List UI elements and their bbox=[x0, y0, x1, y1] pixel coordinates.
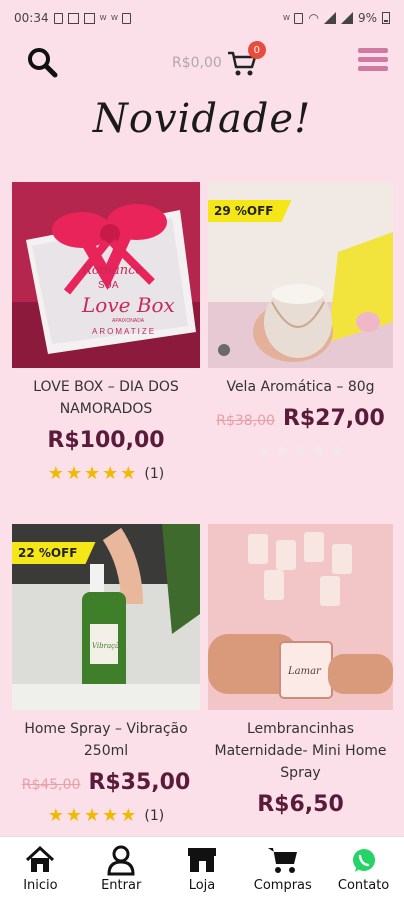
signal-icon bbox=[323, 12, 336, 24]
status-time: 00:34 bbox=[14, 11, 49, 25]
product-image[interactable]: 29 %OFF bbox=[208, 182, 393, 368]
gallery-icon bbox=[83, 12, 95, 24]
star-icon: ★ bbox=[256, 441, 273, 462]
user-icon bbox=[107, 845, 135, 876]
product-card[interactable]: Vibração 22 %OFF Home Spray – Vibração 2… bbox=[12, 524, 200, 825]
star-icon: ★ bbox=[84, 805, 101, 826]
product-price: R$6,50 bbox=[257, 792, 344, 817]
nav-store[interactable]: Loja bbox=[162, 844, 242, 893]
product-card[interactable]: Romance SUA Love Box APAIXONADA AROMATIZ… bbox=[12, 182, 200, 483]
mini-spray-label: Lamar bbox=[287, 666, 322, 677]
product-image[interactable]: Lamar bbox=[208, 524, 393, 710]
cart-button[interactable]: 0 bbox=[226, 41, 266, 79]
star-icon: ★ bbox=[47, 463, 64, 484]
old-price: R$38,00 bbox=[216, 413, 275, 429]
product-image[interactable]: Vibração 22 %OFF bbox=[12, 524, 200, 710]
nav-label: Contato bbox=[337, 878, 390, 893]
rating-count: (1) bbox=[144, 808, 165, 824]
rating: ★ ★ ★ ★ ★ (1) bbox=[12, 807, 200, 825]
menu-button[interactable] bbox=[358, 48, 388, 74]
star-icon: ★ bbox=[120, 463, 137, 484]
product-price: R$35,00 bbox=[88, 770, 191, 795]
star-icon: ★ bbox=[65, 805, 82, 826]
product-card[interactable]: 29 %OFF Vela Aromática – 80g R$38,00 R$2… bbox=[208, 182, 393, 461]
image-text-line3: Love Box bbox=[81, 293, 175, 317]
star-icon: ★ bbox=[47, 805, 64, 826]
search-icon bbox=[28, 48, 58, 78]
nav-contact[interactable]: Contato bbox=[324, 844, 404, 893]
product-image[interactable]: Romance SUA Love Box APAIXONADA AROMATIZ… bbox=[12, 182, 200, 368]
love-box-image: Romance SUA Love Box APAIXONADA AROMATIZ… bbox=[12, 182, 200, 368]
store-icon bbox=[187, 848, 216, 872]
alert-icon: W bbox=[99, 14, 107, 22]
search-button[interactable] bbox=[26, 46, 58, 78]
wifi-icon: ◠ bbox=[308, 11, 319, 25]
product-name[interactable]: Home Spray – Vibração 250ml bbox=[12, 718, 200, 762]
notification-icon bbox=[67, 12, 79, 24]
image-text-line5: AROMATIZE bbox=[92, 327, 156, 336]
price-row: R$45,00 R$35,00 bbox=[12, 770, 200, 795]
product-card[interactable]: Lamar Lembrancinhas Maternidade- Mini Ho… bbox=[208, 524, 393, 817]
star-icon: ★ bbox=[65, 463, 82, 484]
old-price: R$45,00 bbox=[21, 777, 81, 793]
nav-login[interactable]: Entrar bbox=[81, 844, 161, 893]
battery-percent: 9% bbox=[357, 11, 377, 25]
star-icon: ★ bbox=[292, 441, 309, 462]
product-name[interactable]: LOVE BOX – DIA DOS NAMORADOS bbox=[12, 376, 200, 420]
star-icon: ★ bbox=[102, 805, 119, 826]
price-row: R$38,00 R$27,00 bbox=[208, 406, 393, 431]
rating: ★ ★ ★ ★ ★ (1) bbox=[12, 465, 200, 483]
battery-icon bbox=[382, 12, 390, 24]
nav-purchases[interactable]: Compras bbox=[243, 844, 323, 893]
product-name[interactable]: Vela Aromática – 80g bbox=[208, 376, 393, 398]
nav-label: Compras bbox=[253, 878, 312, 893]
mute-icon: W bbox=[283, 14, 290, 22]
product-price: R$100,00 bbox=[47, 428, 165, 453]
cart-icon bbox=[267, 848, 297, 873]
menu-icon bbox=[358, 48, 388, 53]
star-icon: ★ bbox=[102, 463, 119, 484]
cart-total: R$0,00 bbox=[172, 55, 222, 71]
star-icon: ★ bbox=[310, 441, 327, 462]
mini-spray-image: Lamar bbox=[208, 524, 393, 710]
page-title: Novidade! bbox=[92, 96, 312, 142]
nav-label: Loja bbox=[188, 878, 216, 893]
spray-label: Vibração bbox=[92, 642, 123, 650]
nav-label: Inicio bbox=[23, 878, 58, 893]
nav-home[interactable]: Inicio bbox=[0, 844, 80, 893]
alarm-icon bbox=[294, 12, 304, 24]
whatsapp-icon bbox=[352, 849, 375, 872]
signal-icon bbox=[340, 12, 353, 24]
rating: ★ ★ ★ ★ ★ bbox=[208, 443, 393, 461]
cart-count-badge: 0 bbox=[247, 41, 266, 59]
discount-badge: 29 %OFF bbox=[208, 200, 292, 222]
star-icon: ★ bbox=[120, 805, 137, 826]
star-icon: ★ bbox=[328, 441, 345, 462]
image-text-line2: SUA bbox=[98, 280, 119, 291]
star-icon: ★ bbox=[84, 463, 101, 484]
price-row: R$6,50 bbox=[208, 792, 393, 817]
image-text-line4: APAIXONADA bbox=[112, 318, 145, 324]
price-row: R$100,00 bbox=[12, 428, 200, 453]
image-text-line1: Romance bbox=[81, 263, 143, 278]
discount-badge: 22 %OFF bbox=[12, 542, 96, 564]
rating-count: (1) bbox=[144, 466, 165, 482]
sim-icon bbox=[122, 12, 132, 24]
bottom-navigation: Inicio Entrar Loja Compras Contato bbox=[0, 836, 404, 900]
alert-icon: W bbox=[111, 14, 118, 22]
star-icon: ★ bbox=[274, 441, 291, 462]
sim-icon bbox=[53, 12, 63, 24]
home-icon bbox=[26, 845, 55, 872]
header: R$0,00 0 bbox=[0, 36, 404, 92]
nav-label: Entrar bbox=[101, 878, 142, 893]
product-name[interactable]: Lembrancinhas Maternidade- Mini Home Spr… bbox=[208, 718, 393, 784]
product-price: R$27,00 bbox=[282, 406, 385, 431]
header-cart[interactable]: R$0,00 0 bbox=[172, 41, 266, 80]
status-bar: 00:34 W W W ◠ 9% bbox=[0, 0, 404, 36]
